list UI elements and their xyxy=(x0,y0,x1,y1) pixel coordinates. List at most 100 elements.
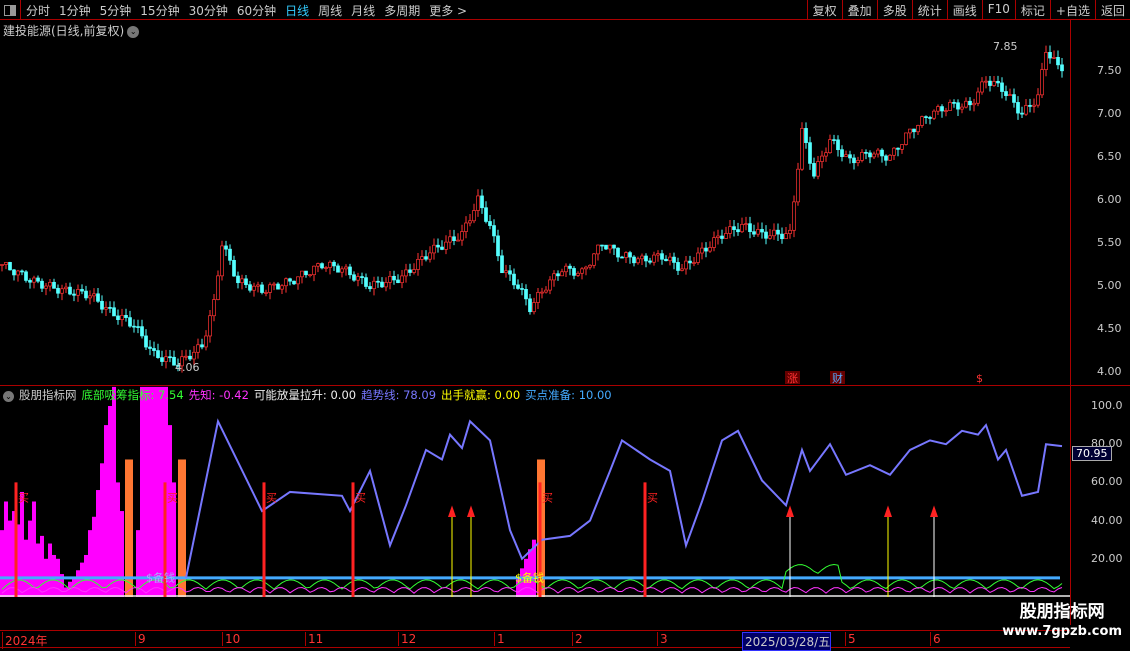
candle xyxy=(216,275,220,300)
reserve-label: $备钱 xyxy=(515,571,544,585)
candle xyxy=(824,152,828,157)
candle xyxy=(352,274,356,281)
indicator-chevron-icon[interactable]: ⌄ xyxy=(3,391,14,402)
candle xyxy=(456,239,460,242)
date-tick: 12 xyxy=(398,632,416,646)
candle xyxy=(132,325,136,328)
candle xyxy=(776,229,780,235)
candle xyxy=(568,265,572,269)
indicator-bar xyxy=(92,516,96,597)
buy-signal-label: 买 xyxy=(542,492,553,505)
candle xyxy=(932,110,936,119)
candle xyxy=(856,160,860,164)
candle xyxy=(964,100,968,108)
candle xyxy=(212,299,216,317)
candle xyxy=(192,351,196,360)
candle xyxy=(1012,94,1016,103)
event-marker[interactable]: $ xyxy=(976,372,983,385)
candle xyxy=(140,326,144,337)
candle xyxy=(128,317,132,327)
candle xyxy=(220,245,224,277)
candle xyxy=(728,226,732,234)
candle xyxy=(600,244,604,247)
candle xyxy=(660,253,664,260)
candle xyxy=(76,289,80,296)
date-tick: 9 xyxy=(135,632,146,646)
candle xyxy=(524,289,528,300)
candle xyxy=(488,221,492,226)
indicator-bar xyxy=(96,490,100,597)
candle xyxy=(156,350,160,358)
candle xyxy=(504,270,508,274)
candle xyxy=(200,344,204,348)
candle xyxy=(652,254,656,263)
candle xyxy=(464,222,468,232)
candle xyxy=(480,195,484,209)
candle xyxy=(96,293,100,302)
candle xyxy=(592,253,596,266)
candle xyxy=(584,266,588,270)
candle xyxy=(336,265,340,273)
reserve-label: $备钱 xyxy=(146,571,175,585)
candle xyxy=(936,106,940,112)
indicator-tick: 40.00 xyxy=(1091,513,1123,527)
candle xyxy=(780,233,784,240)
event-marker[interactable]: 财 xyxy=(832,371,843,385)
candle xyxy=(664,258,668,262)
indicator-bar xyxy=(144,386,148,597)
candle xyxy=(304,270,308,276)
candle xyxy=(948,102,952,111)
candle xyxy=(724,233,728,239)
indicator-bar xyxy=(104,425,108,597)
indicator-tick: 60.00 xyxy=(1091,475,1123,489)
candle xyxy=(984,80,988,83)
candle xyxy=(700,247,704,254)
candle xyxy=(1040,69,1044,96)
candle xyxy=(244,278,248,286)
candle xyxy=(0,264,4,266)
candle xyxy=(896,147,900,150)
candle xyxy=(828,139,832,154)
candle xyxy=(968,100,972,106)
candle xyxy=(576,272,580,276)
candle xyxy=(396,279,400,284)
candle xyxy=(980,81,984,93)
candle xyxy=(680,268,684,271)
candle xyxy=(864,152,868,154)
candle xyxy=(252,285,256,291)
candle xyxy=(692,262,696,264)
candle xyxy=(120,315,124,320)
candle xyxy=(944,110,948,112)
candle xyxy=(516,284,520,289)
candle xyxy=(1028,105,1032,107)
candle xyxy=(496,235,500,257)
candle xyxy=(912,128,916,133)
candle xyxy=(196,344,200,353)
price-tick: 5.00 xyxy=(1097,279,1122,292)
candle xyxy=(264,292,268,294)
candle xyxy=(64,286,68,290)
chart-canvas[interactable]: 7.85 4.06 涨 财 $ 买 买 买 买 买 买 $备钱 $备钱 xyxy=(0,0,1130,650)
candle xyxy=(784,233,788,240)
candle xyxy=(420,256,424,260)
indicator-bar xyxy=(156,386,160,597)
candle xyxy=(520,288,524,290)
candle xyxy=(184,355,188,358)
candle xyxy=(316,263,320,267)
indicator-bar xyxy=(24,539,28,597)
candle xyxy=(88,295,92,299)
candle xyxy=(356,276,360,281)
candle xyxy=(256,284,260,287)
indicator-tick: 100.0 xyxy=(1091,399,1123,412)
date-tick: 1 xyxy=(494,632,505,646)
candle xyxy=(400,275,404,284)
candle xyxy=(300,270,304,278)
up-arrow-icon xyxy=(884,505,892,518)
date-axis: 2024年 9 10 11 12 1 2 3 2025/03/28/五 5 6 xyxy=(0,630,1070,651)
trend-line xyxy=(185,418,1063,579)
low-label: 4.06 xyxy=(175,361,200,374)
candle xyxy=(232,259,236,277)
event-marker[interactable]: 涨 xyxy=(787,372,798,385)
candle xyxy=(976,91,980,104)
candle xyxy=(468,220,472,224)
